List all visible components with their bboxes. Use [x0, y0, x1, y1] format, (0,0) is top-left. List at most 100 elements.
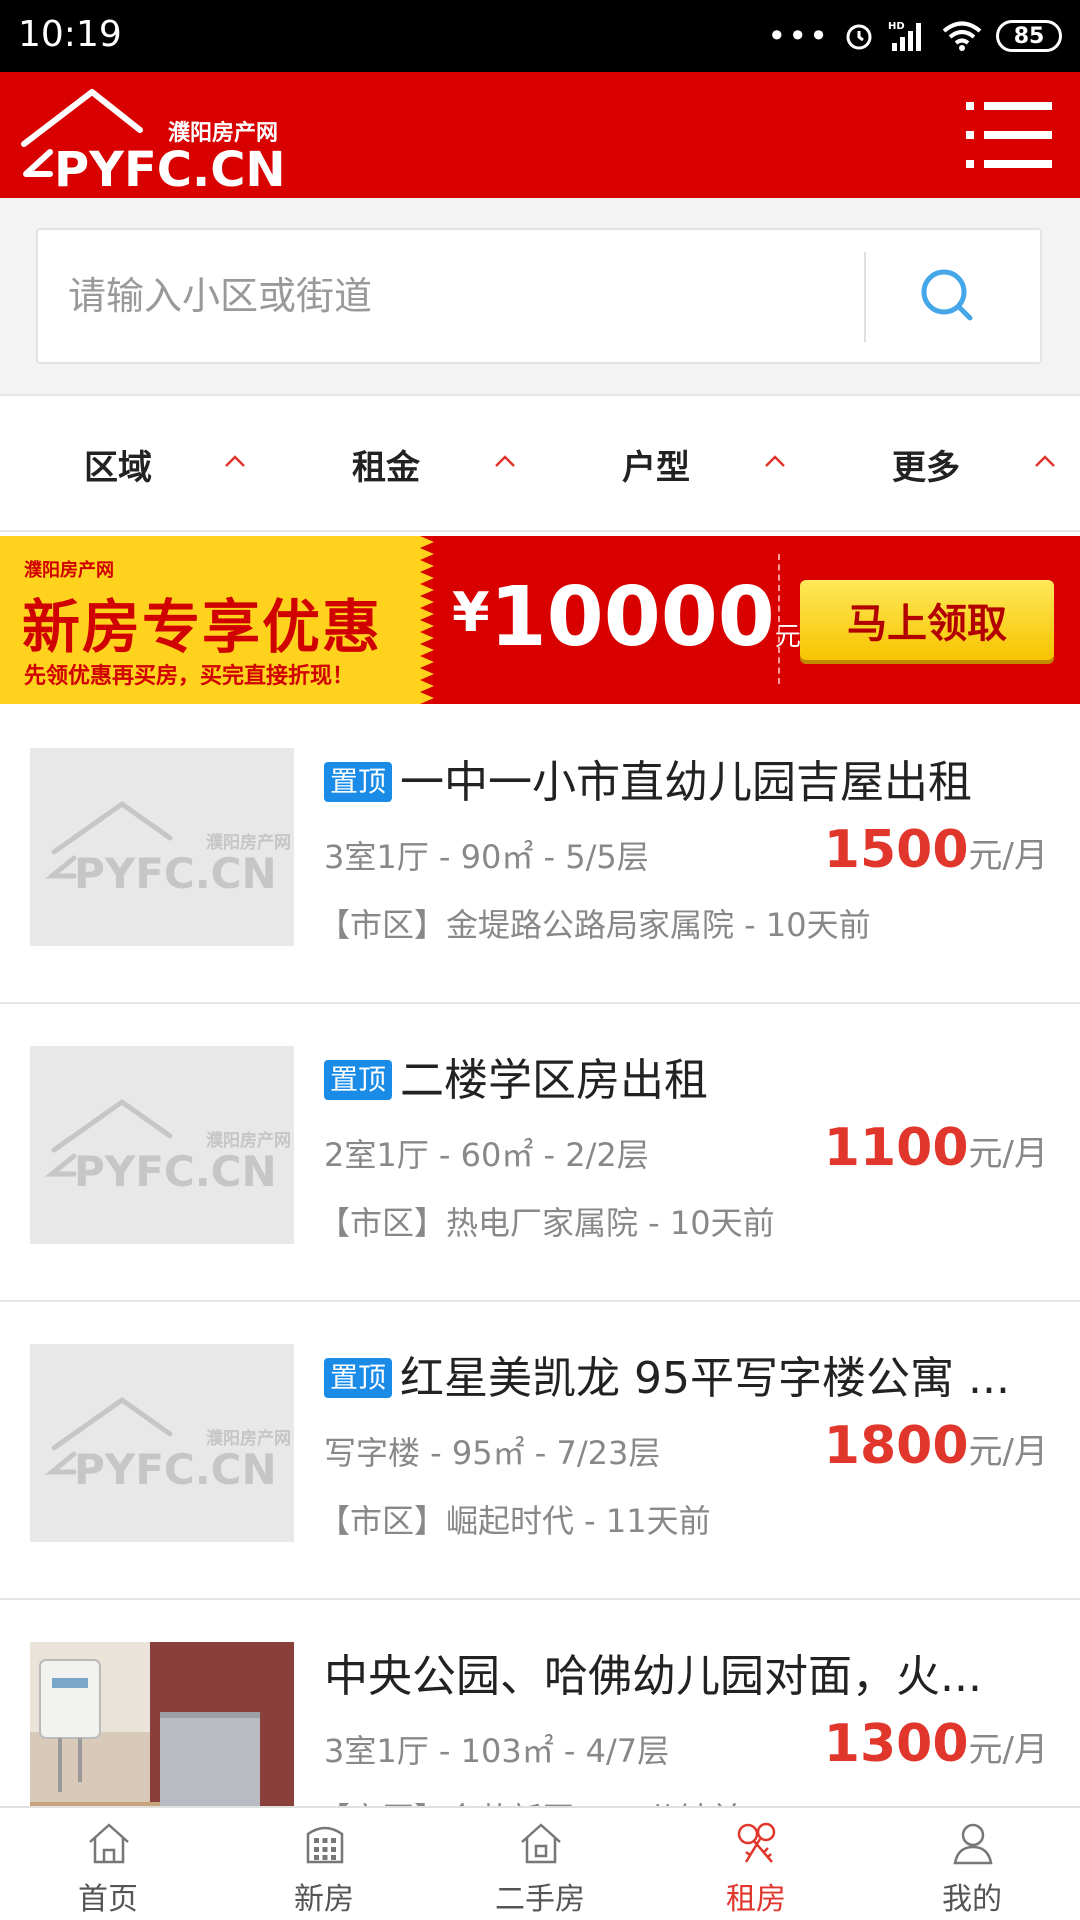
listing-title-text: 中央公园、哈佛幼儿园对面，火...: [324, 1651, 982, 1702]
status-time: 10:19: [18, 14, 122, 55]
listing-meta: 写字楼 - 95㎡ - 7/23层: [324, 1434, 661, 1472]
banner-amount: ¥10000元: [452, 570, 801, 665]
caret-up-icon: [765, 455, 785, 467]
listing-list: 濮阳房产网 PYFC.CN 置顶 一中一小市直幼儿园吉屋出租 3室1厅 - 90㎡…: [0, 706, 1080, 1806]
filter-rent[interactable]: 租金: [270, 396, 540, 530]
banner-separator: [778, 554, 780, 684]
listing-meta: 3室1厅 - 90㎡ - 5/5层: [324, 838, 649, 876]
listing-price: 1300元/月: [824, 1714, 1048, 1774]
price-unit: 元/月: [968, 1730, 1048, 1770]
nav-new-homes[interactable]: 新房: [216, 1808, 432, 1920]
filter-label: 户型: [622, 448, 690, 488]
banner-left-panel: 濮阳房产网 新房专享优惠 先领优惠再买房，买完直接折现！: [0, 536, 434, 704]
listing-title: 置顶 一中一小市直幼儿园吉屋出租: [324, 754, 1054, 812]
caret-up-icon: [1035, 455, 1055, 467]
listing-location: 【市区】金苑新区 - 15分钟前: [318, 1794, 743, 1806]
listing-item[interactable]: 中央公园、哈佛幼儿园对面，火... 3室1厅 - 103㎡ - 4/7层 130…: [0, 1600, 1080, 1806]
caret-up-icon: [225, 455, 245, 467]
nav-label: 我的: [942, 1882, 1002, 1917]
bottom-nav: 首页 新房 二手房 租房 我的: [0, 1806, 1080, 1920]
price-value: 1800: [823, 1416, 969, 1476]
listing-item[interactable]: 濮阳房产网 PYFC.CN 置顶 一中一小市直幼儿园吉屋出租 3室1厅 - 90㎡…: [0, 706, 1080, 1004]
amount-value: 10000: [489, 570, 775, 665]
listing-price: 1800元/月: [824, 1416, 1048, 1476]
nav-mine[interactable]: 我的: [864, 1808, 1080, 1920]
price-unit: 元/月: [968, 1134, 1048, 1174]
listing-title-text: 红星美凯龙 95平写字楼公寓 ...: [400, 1353, 1010, 1404]
search-divider: [864, 252, 866, 342]
room-photo: [30, 1642, 294, 1806]
svg-text:HD: HD: [888, 21, 905, 32]
listing-thumbnail: 濮阳房产网 PYFC.CN: [30, 748, 294, 946]
nav-label: 新房: [294, 1882, 354, 1917]
listing-item[interactable]: 濮阳房产网 PYFC.CN 置顶 红星美凯龙 95平写字楼公寓 ... 写字楼 -…: [0, 1302, 1080, 1600]
listing-location: 【市区】金堤路公路局家属院 - 10天前: [318, 906, 871, 944]
nav-label: 二手房: [495, 1882, 585, 1917]
listing-thumbnail: 濮阳房产网 PYFC.CN: [30, 1344, 294, 1542]
wifi-icon: [942, 21, 982, 51]
listing-title: 置顶 二楼学区房出租: [324, 1052, 1054, 1110]
promo-banner[interactable]: 濮阳房产网 新房专享优惠 先领优惠再买房，买完直接折现！ ¥10000元 马上领…: [0, 536, 1080, 704]
pinned-badge: 置顶: [324, 1358, 393, 1398]
nav-home[interactable]: 首页: [0, 1808, 216, 1920]
placeholder-logo: 濮阳房产网 PYFC.CN: [30, 1046, 294, 1244]
claim-button[interactable]: 马上领取: [800, 580, 1054, 660]
building-icon: [306, 1826, 344, 1864]
price-unit: 元/月: [968, 1432, 1048, 1472]
svg-text:PYFC.CN: PYFC.CN: [74, 1147, 277, 1196]
nav-rent[interactable]: 租房: [648, 1808, 864, 1920]
nav-second-hand[interactable]: 二手房: [432, 1808, 648, 1920]
filter-bar: 区域 租金 户型 更多: [0, 394, 1080, 532]
app-header: 濮阳房产网 PYFC.CN: [0, 72, 1080, 198]
status-bar: 10:19 ••• HD 85: [0, 0, 1080, 72]
pinned-badge: 置顶: [324, 762, 393, 802]
listing-location: 【市区】崛起时代 - 11天前: [318, 1502, 711, 1540]
menu-icon[interactable]: [966, 98, 1052, 172]
filter-label: 区域: [84, 448, 152, 488]
listing-price: 1500元/月: [824, 820, 1048, 880]
listing-price: 1100元/月: [824, 1118, 1048, 1178]
alarm-icon: [846, 24, 872, 50]
search-input[interactable]: [68, 230, 878, 362]
listing-title: 中央公园、哈佛幼儿园对面，火...: [324, 1648, 1054, 1706]
svg-text:PYFC.CN: PYFC.CN: [74, 1445, 277, 1494]
filter-area[interactable]: 区域: [0, 396, 270, 530]
nav-label: 首页: [78, 1882, 138, 1917]
caret-up-icon: [495, 455, 515, 467]
banner-site-name: 濮阳房产网: [24, 560, 114, 581]
placeholder-logo: 濮阳房产网 PYFC.CN: [30, 1344, 294, 1542]
pinned-badge: 置顶: [324, 1060, 393, 1100]
listing-item[interactable]: 濮阳房产网 PYFC.CN 置顶 二楼学区房出租 2室1厅 - 60㎡ - 2/2…: [0, 1004, 1080, 1302]
filter-more[interactable]: 更多: [810, 396, 1080, 530]
app-screen: 10:19 ••• HD 85 濮阳房产网 PYFC.CN 请输入小区或街道 区…: [0, 0, 1080, 1920]
banner-subtitle: 先领优惠再买房，买完直接折现！: [24, 664, 355, 689]
signal-icon: HD: [888, 21, 921, 51]
status-icons: ••• HD 85: [767, 14, 1062, 58]
search-icon[interactable]: [898, 256, 998, 336]
svg-text:PYFC.CN: PYFC.CN: [54, 142, 286, 192]
filter-layout[interactable]: 户型: [540, 396, 810, 530]
filter-label: 更多: [892, 448, 960, 488]
notification-dots-icon: •••: [767, 17, 830, 55]
filter-label: 租金: [352, 448, 420, 488]
keys-icon: [737, 1822, 776, 1863]
nav-label: 租房: [726, 1882, 786, 1917]
listing-meta: 2室1厅 - 60㎡ - 2/2层: [324, 1136, 649, 1174]
banner-title: 新房专享优惠: [22, 593, 383, 661]
site-logo[interactable]: 濮阳房产网 PYFC.CN: [20, 82, 300, 192]
listing-photo: [30, 1642, 294, 1806]
house-icon: [521, 1823, 561, 1864]
listing-location: 【市区】热电厂家属院 - 10天前: [318, 1204, 775, 1242]
svg-text:PYFC.CN: PYFC.CN: [74, 849, 277, 898]
banner-zigzag-edge: [420, 536, 434, 704]
user-icon: [953, 1823, 993, 1865]
listing-title-text: 一中一小市直幼儿园吉屋出租: [400, 757, 973, 808]
price-value: 1100: [823, 1118, 969, 1178]
listing-meta: 3室1厅 - 103㎡ - 4/7层: [324, 1732, 670, 1770]
price-unit: 元/月: [968, 836, 1048, 876]
price-value: 1300: [823, 1714, 969, 1774]
listing-thumbnail: 濮阳房产网 PYFC.CN: [30, 1046, 294, 1244]
listing-title: 置顶 红星美凯龙 95平写字楼公寓 ...: [324, 1350, 1054, 1408]
listing-title-text: 二楼学区房出租: [400, 1055, 709, 1106]
placeholder-logo: 濮阳房产网 PYFC.CN: [30, 748, 294, 946]
